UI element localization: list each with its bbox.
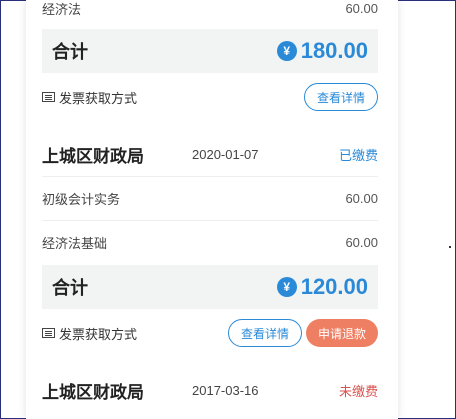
fee-item-row: 经济法基础 60.00 [42, 220, 378, 264]
total-amount: ¥ 180.00 [276, 38, 368, 64]
stray-dot [449, 246, 451, 248]
agency-name: 上城区财政局 [42, 146, 144, 166]
payment-date: 2017-03-16 [192, 382, 259, 398]
invoice-method-label[interactable]: 发票获取方式 [42, 324, 137, 343]
invoice-icon [42, 328, 55, 338]
fee-item-row: 初级会计实务 60.00 [42, 176, 378, 220]
total-amount: ¥ 120.00 [276, 274, 368, 300]
total-value: 180.00 [300, 38, 368, 63]
agency-header-row: 上城区财政局 2020-01-07 已缴费 [42, 132, 378, 176]
payment-date: 2020-01-07 [192, 146, 259, 162]
invoice-row: 发票获取方式 查看详情 申请退款 [42, 316, 378, 350]
fee-item-amount: 60.00 [345, 190, 378, 206]
total-label: 合计 [52, 278, 88, 298]
agency-header-row: 上城区财政局 2017-03-16 未缴费 [42, 368, 378, 412]
yen-icon: ¥ [276, 277, 297, 297]
total-label: 合计 [52, 42, 88, 62]
total-row: 合计 ¥ 180.00 [42, 29, 378, 73]
invoice-method-text: 发票获取方式 [59, 90, 138, 106]
invoice-icon [42, 92, 55, 102]
invoice-row: 发票获取方式 查看详情 [42, 80, 378, 114]
total-row: 合计 ¥ 120.00 [42, 265, 378, 309]
fee-item-row: 经济法 60.00 [42, 0, 378, 30]
agency-name: 上城区财政局 [42, 382, 144, 402]
fee-item-amount: 60.00 [345, 0, 378, 16]
fee-item-amount: 60.00 [345, 234, 378, 250]
view-details-button[interactable]: 查看详情 [227, 319, 302, 347]
invoice-method-label[interactable]: 发票获取方式 [42, 88, 137, 107]
request-refund-button[interactable]: 申请退款 [305, 319, 378, 347]
view-details-button[interactable]: 查看详情 [303, 83, 378, 111]
yen-icon: ¥ [276, 41, 297, 61]
fee-item-name: 初级会计实务 [42, 191, 121, 207]
invoice-method-text: 发票获取方式 [59, 326, 138, 342]
total-value: 120.00 [300, 274, 368, 299]
status-badge: 已缴费 [338, 147, 378, 163]
fee-item-name: 经济法 [42, 1, 82, 17]
payment-record-list: 经济法 60.00 合计 ¥ 180.00 发票获取方式 查看详情 上城区财政局… [26, 0, 398, 419]
status-badge: 未缴费 [338, 383, 378, 399]
fee-item-name: 经济法基础 [42, 235, 108, 251]
